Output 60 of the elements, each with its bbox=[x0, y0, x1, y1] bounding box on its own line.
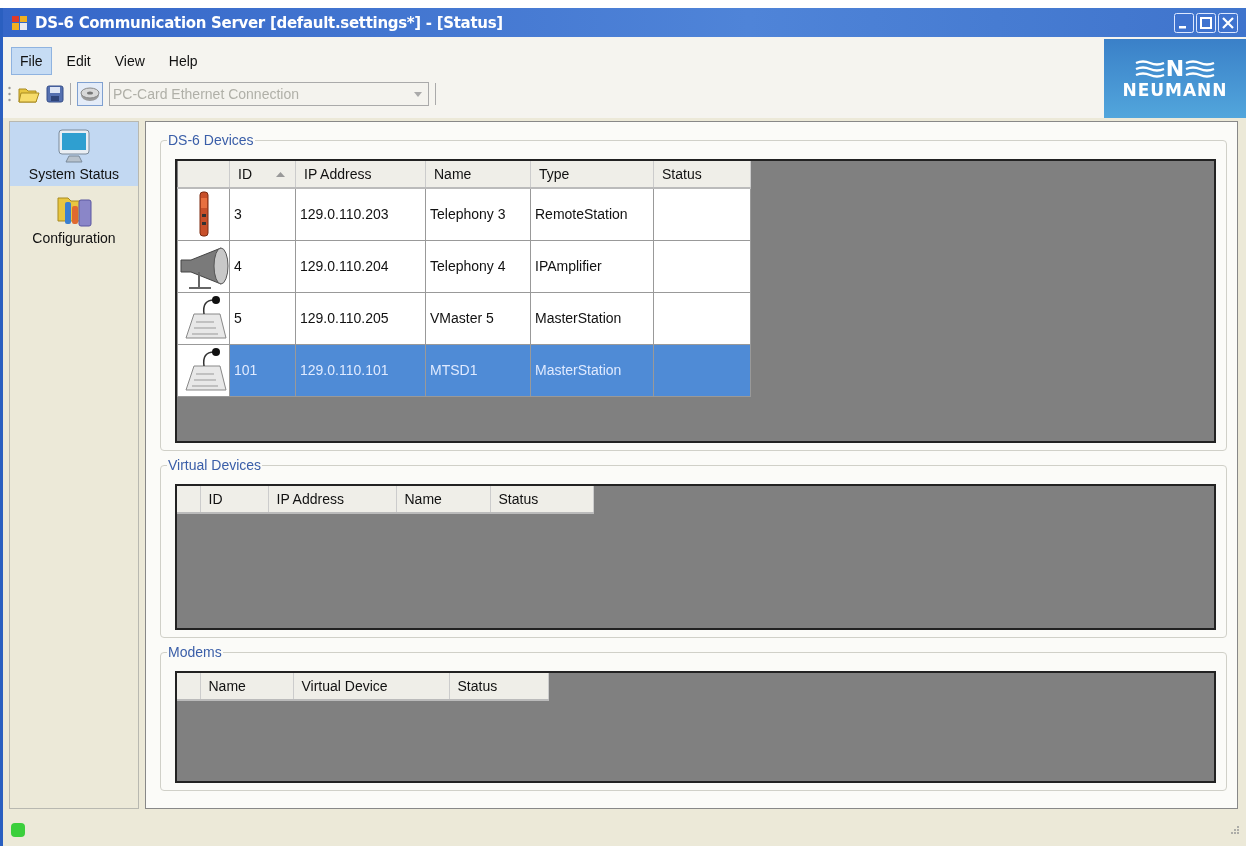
menu-item[interactable]: Help bbox=[159, 47, 207, 75]
column-header bbox=[177, 161, 230, 188]
table-cell: Telephony 4 bbox=[425, 240, 531, 292]
table-row[interactable]: 5 129.0.110.205 VMaster 5 MasterStation bbox=[177, 292, 751, 344]
monitor-icon bbox=[55, 128, 93, 164]
table-cell: 5 bbox=[229, 292, 296, 344]
table-cell: 4 bbox=[229, 240, 296, 292]
resize-grip-icon[interactable] bbox=[1230, 824, 1240, 835]
column-header[interactable]: ID bbox=[200, 486, 268, 513]
column-header[interactable]: IP Address bbox=[295, 161, 426, 188]
menu-item[interactable]: Edit bbox=[57, 47, 100, 75]
sidebar-item[interactable]: Configuration bbox=[10, 186, 138, 250]
disc-icon bbox=[80, 86, 100, 102]
table-row[interactable]: 4 129.0.110.204 Telephony 4 IPAmplifier bbox=[177, 240, 751, 292]
minimize-icon[interactable] bbox=[1174, 12, 1194, 33]
save-icon[interactable] bbox=[46, 85, 64, 103]
group-title: Virtual Devices bbox=[167, 457, 263, 473]
wave-lines-icon bbox=[1134, 59, 1165, 78]
table-cell: 129.0.110.101 bbox=[295, 344, 426, 396]
table-cell: MasterStation bbox=[530, 292, 654, 344]
table-cell: 129.0.110.205 bbox=[295, 292, 426, 344]
column-header[interactable]: Name bbox=[396, 486, 490, 513]
column-header[interactable]: Name bbox=[200, 673, 293, 700]
column-header[interactable]: IP Address bbox=[268, 486, 396, 513]
column-header bbox=[177, 673, 200, 700]
app-icon bbox=[11, 14, 29, 31]
logo-text: NEUMANN bbox=[1122, 79, 1228, 100]
logo-mark: N bbox=[1165, 57, 1185, 80]
sort-ascending-icon bbox=[276, 172, 285, 178]
group-title: Modems bbox=[167, 644, 223, 660]
menu-item[interactable]: File bbox=[11, 47, 52, 75]
maximize-icon[interactable] bbox=[1196, 12, 1216, 33]
table-cell: 129.0.110.203 bbox=[295, 188, 426, 240]
column-header[interactable]: Status bbox=[490, 486, 593, 513]
column-header[interactable]: Name bbox=[425, 161, 531, 188]
column-header[interactable]: Type bbox=[530, 161, 654, 188]
connect-button[interactable] bbox=[77, 82, 103, 106]
column-header[interactable]: Status bbox=[653, 161, 751, 188]
table-cell: 129.0.110.204 bbox=[295, 240, 426, 292]
close-icon[interactable] bbox=[1218, 12, 1238, 33]
column-header[interactable]: Virtual Device bbox=[293, 673, 449, 700]
table-cell: RemoteStation bbox=[530, 188, 654, 240]
table-row[interactable]: 3 129.0.110.203 Telephony 3 RemoteStation bbox=[177, 188, 751, 240]
wave-lines-icon bbox=[1185, 59, 1216, 78]
column-header[interactable]: Status bbox=[449, 673, 548, 700]
folder-icon[interactable] bbox=[18, 85, 40, 103]
column-header bbox=[177, 486, 200, 513]
table-cell: MasterStation bbox=[530, 344, 654, 396]
group-title: DS-6 Devices bbox=[167, 132, 255, 148]
table-cell: 3 bbox=[229, 188, 296, 240]
table-cell: 101 bbox=[229, 344, 296, 396]
sidebar-item[interactable]: System Status bbox=[10, 122, 138, 186]
table-cell: Telephony 3 bbox=[425, 188, 531, 240]
menu-item[interactable]: View bbox=[105, 47, 154, 75]
table-cell: MTSD1 bbox=[425, 344, 531, 396]
column-header[interactable]: ID bbox=[229, 161, 296, 188]
window-title: DS-6 Communication Server [default.settings*] - [Status] bbox=[35, 13, 503, 32]
table-cell: IPAmplifier bbox=[530, 240, 654, 292]
grip-icon[interactable] bbox=[7, 85, 12, 103]
table-cell: VMaster 5 bbox=[425, 292, 531, 344]
